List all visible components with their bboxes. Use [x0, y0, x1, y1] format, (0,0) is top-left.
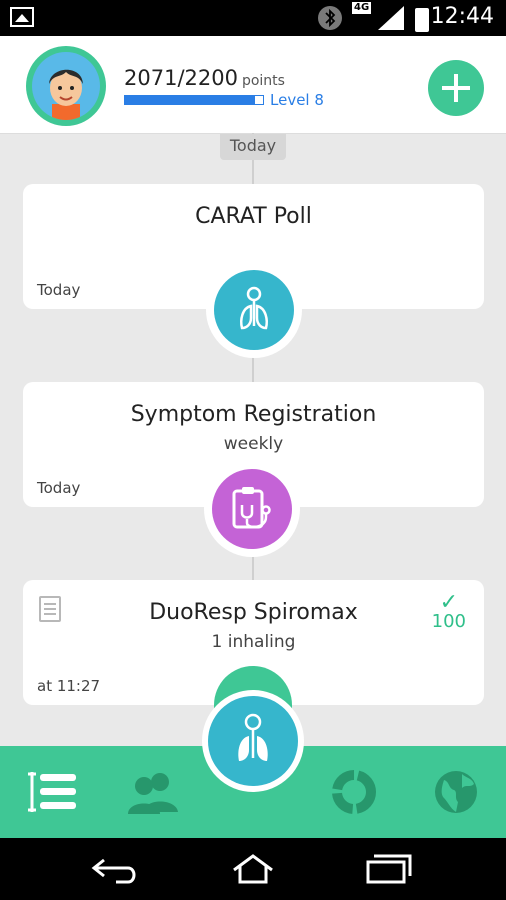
symptom-registration-badge[interactable]: [204, 461, 300, 557]
profile-header: 2071/2200 points Level 8: [0, 36, 506, 134]
level-label: Level 8: [270, 91, 324, 109]
card-title: CARAT Poll: [195, 204, 312, 229]
globe-icon[interactable]: [432, 768, 480, 816]
points-text: 2071/2200 points: [124, 66, 285, 90]
bluetooth-icon: [318, 6, 342, 30]
recents-icon[interactable]: [364, 852, 414, 886]
card-subtitle: weekly: [223, 434, 284, 454]
card-title: DuoResp Spiromax: [149, 600, 358, 625]
lungs-icon: [214, 270, 294, 350]
status-bar: 4G 12:44: [0, 0, 506, 36]
home-icon[interactable]: [228, 852, 278, 886]
add-button[interactable]: [428, 60, 484, 116]
image-icon: [10, 7, 34, 27]
back-icon[interactable]: [90, 852, 140, 886]
card-date: Today: [37, 281, 81, 299]
level-progress-bar: [124, 95, 264, 105]
chart-ring-icon[interactable]: [330, 768, 378, 816]
clipboard-stethoscope-icon: [212, 469, 292, 549]
lungs-fab-button[interactable]: [202, 690, 304, 792]
carat-poll-badge[interactable]: [206, 262, 302, 358]
clock: 12:44: [430, 4, 494, 29]
signal-icon: [378, 6, 404, 30]
avatar[interactable]: [26, 46, 106, 126]
battery-icon: [415, 8, 429, 32]
level-progress-fill: [125, 96, 255, 104]
lungs-icon: [208, 696, 298, 786]
points-unit: points: [241, 73, 285, 89]
system-nav-bar: [0, 838, 506, 900]
completed-score: ✓ 100: [432, 590, 466, 632]
list-icon[interactable]: [26, 768, 76, 816]
card-date: at 11:27: [37, 677, 101, 695]
day-chip: Today: [220, 134, 286, 160]
card-date: Today: [37, 479, 81, 497]
score-value: 100: [431, 611, 466, 632]
people-icon[interactable]: [126, 768, 178, 816]
card-title: Symptom Registration: [130, 402, 377, 427]
points-value: 2071/2200: [124, 66, 238, 90]
network-type-label: 4G: [352, 2, 372, 14]
card-subtitle: 1 inhaling: [211, 632, 296, 652]
